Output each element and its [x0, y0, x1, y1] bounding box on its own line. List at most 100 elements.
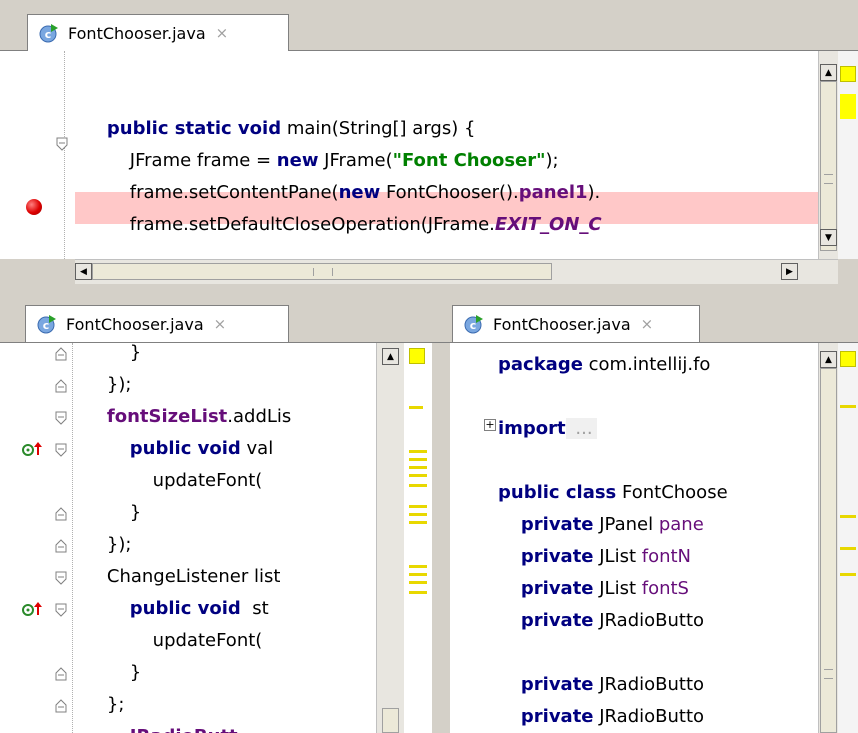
warning-marker[interactable]	[840, 573, 856, 576]
tab-fontchooser-right[interactable]: c FontChooser.java ×	[452, 305, 700, 342]
top-code-editor[interactable]: public static void main(String[] args) {…	[0, 51, 818, 259]
code-token: st	[240, 598, 269, 619]
scroll-up-button[interactable]: ▲	[382, 348, 399, 365]
fold-icon[interactable]	[55, 698, 67, 713]
code-line[interactable]: public void st	[84, 593, 376, 625]
scroll-thumb[interactable]	[820, 368, 837, 733]
code-line[interactable]: }	[84, 343, 376, 369]
h-scroll-thumb[interactable]	[92, 263, 552, 280]
scroll-up-button[interactable]: ▲	[820, 351, 837, 368]
code-line[interactable]: private JPanel pane	[498, 509, 818, 541]
error-stripe[interactable]	[404, 343, 432, 733]
code-line[interactable]: frame.setDefaultCloseOperation(JFrame.EX…	[84, 209, 818, 241]
override-method-icon[interactable]	[22, 601, 44, 620]
code-line[interactable]	[498, 381, 818, 413]
scroll-thumb-handle[interactable]	[382, 708, 399, 733]
code-line[interactable]: package com.intellij.fo	[498, 349, 818, 381]
code-line[interactable]: updateFont(	[84, 465, 376, 497]
code-line[interactable]: import ...	[498, 413, 818, 445]
warning-marker[interactable]	[409, 521, 427, 524]
code-line[interactable]: frame.setContentPane(new FontChooser().p…	[84, 177, 818, 209]
top-horizontal-scrollbar[interactable]: ◀ ▶	[75, 259, 838, 284]
left-vertical-scrollbar[interactable]: ▲	[376, 343, 405, 733]
code-line[interactable]: }	[84, 657, 376, 689]
warning-marker[interactable]	[409, 573, 427, 576]
warning-marker[interactable]	[409, 513, 427, 516]
scroll-right-button[interactable]: ▶	[781, 263, 798, 280]
code-line[interactable]: public void val	[84, 433, 376, 465]
expand-fold-icon[interactable]: +	[484, 419, 496, 431]
fold-icon[interactable]	[55, 346, 67, 361]
code-line[interactable]: });	[84, 529, 376, 561]
top-vertical-scrollbar[interactable]: ▲ ▼	[818, 51, 839, 259]
code-line[interactable]: });	[84, 369, 376, 401]
fold-icon[interactable]	[55, 666, 67, 681]
code-line[interactable]: JFrame frame = new JFrame("Font Chooser"…	[84, 145, 818, 177]
warning-marker[interactable]	[409, 406, 423, 409]
close-icon[interactable]: ×	[641, 315, 654, 333]
warning-marker[interactable]	[409, 565, 427, 568]
code-line[interactable]: ChangeListener list	[84, 561, 376, 593]
code-line[interactable]: JRadioButt	[84, 721, 376, 733]
warning-marker[interactable]	[840, 94, 856, 119]
scroll-thumb[interactable]	[382, 365, 399, 710]
code-line[interactable]: public static void main(String[] args) {	[84, 113, 818, 145]
close-icon[interactable]: ×	[214, 315, 227, 333]
right-vertical-scrollbar[interactable]: ▲	[818, 343, 839, 733]
code-line[interactable]: private JList fontS	[498, 573, 818, 605]
error-stripe[interactable]	[838, 51, 858, 259]
code-line[interactable]: private JList fontN	[498, 541, 818, 573]
fold-icon[interactable]	[55, 378, 67, 393]
code-line[interactable]: };	[84, 689, 376, 721]
code-line[interactable]: updateFont(	[84, 625, 376, 657]
scroll-left-button[interactable]: ◀	[75, 263, 92, 280]
code-line[interactable]: }	[84, 497, 376, 529]
warning-marker[interactable]	[840, 515, 856, 518]
code-line[interactable]: public class FontChoose	[498, 477, 818, 509]
warning-marker[interactable]	[409, 484, 427, 487]
warning-marker[interactable]	[840, 547, 856, 550]
code-line[interactable]: private JRadioButto	[498, 701, 818, 733]
code-line[interactable]: private JRadioButto	[498, 605, 818, 637]
scroll-down-button[interactable]: ▼	[820, 229, 837, 246]
warning-marker[interactable]	[409, 466, 427, 469]
breakpoint-icon[interactable]	[26, 199, 42, 215]
tab-fontchooser-top[interactable]: c FontChooser.java ×	[27, 14, 289, 51]
left-code-editor[interactable]: } }); fontSizeList.addLis public void va…	[0, 343, 376, 733]
code-token: public class	[498, 482, 617, 503]
code-token: private	[520, 514, 594, 535]
warning-marker[interactable]	[409, 458, 427, 461]
right-code-editor[interactable]: + package com.intellij.fo import ... publi…	[450, 343, 818, 733]
code-line[interactable]: fontSizeList.addLis	[84, 401, 376, 433]
scroll-thumb[interactable]	[820, 81, 837, 251]
override-method-icon[interactable]	[22, 441, 44, 460]
fold-icon[interactable]	[55, 602, 67, 617]
code-line[interactable]	[498, 445, 818, 477]
fold-icon[interactable]	[55, 410, 67, 425]
status-indicator[interactable]	[840, 351, 856, 367]
warning-marker[interactable]	[840, 405, 856, 408]
status-indicator[interactable]	[409, 348, 425, 364]
status-indicator[interactable]	[840, 66, 856, 82]
code-token: });	[106, 374, 132, 395]
warning-marker[interactable]	[409, 505, 427, 508]
code-line[interactable]: private JRadioButto	[498, 669, 818, 701]
fold-icon[interactable]	[55, 538, 67, 553]
error-stripe[interactable]	[838, 343, 858, 733]
close-icon[interactable]: ×	[216, 24, 229, 42]
warning-marker[interactable]	[409, 450, 427, 453]
tab-fontchooser-left[interactable]: c FontChooser.java ×	[25, 305, 289, 342]
code-token: private	[520, 546, 594, 567]
fold-icon[interactable]	[55, 570, 67, 585]
fold-icon[interactable]	[55, 442, 67, 457]
warning-marker[interactable]	[409, 581, 427, 584]
fold-icon[interactable]	[55, 506, 67, 521]
code-line[interactable]	[498, 637, 818, 669]
scroll-up-button[interactable]: ▲	[820, 64, 837, 81]
warning-marker[interactable]	[409, 591, 427, 594]
fold-icon[interactable]	[56, 136, 68, 151]
warning-marker[interactable]	[409, 474, 427, 477]
